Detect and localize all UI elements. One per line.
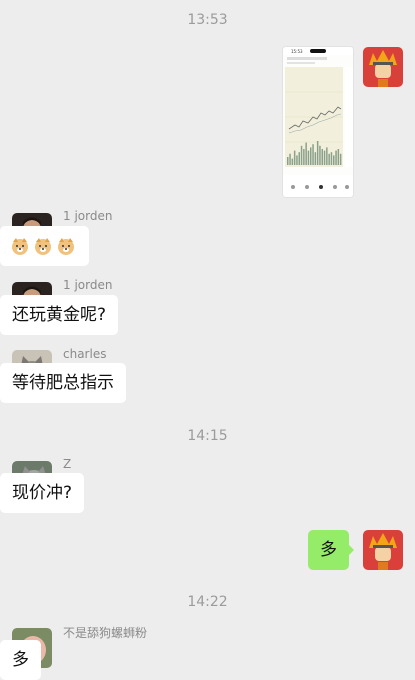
volume-bar bbox=[310, 147, 312, 165]
volume-bar bbox=[289, 153, 291, 165]
message-bubble[interactable]: 等待肥总指示 bbox=[0, 363, 126, 403]
doge-emoji-icon bbox=[12, 238, 28, 255]
trading-app-screenshot: 15:53 bbox=[283, 47, 353, 197]
status-time: 15:53 bbox=[291, 49, 303, 54]
timestamp: 14:22 bbox=[187, 594, 228, 610]
message-bubble-emoji[interactable] bbox=[0, 226, 89, 266]
sender-name: 1 jorden bbox=[63, 278, 113, 292]
volume-bar bbox=[323, 150, 326, 165]
volume-bar bbox=[291, 158, 294, 165]
volume-bar bbox=[300, 145, 303, 165]
my-message-bubble[interactable]: 多 bbox=[308, 530, 354, 570]
volume-bar bbox=[335, 150, 337, 165]
volume-bar bbox=[305, 142, 307, 165]
volume-bar bbox=[337, 149, 340, 165]
volume-bar bbox=[307, 150, 310, 165]
message-bubble[interactable]: 还玩黄金呢? bbox=[0, 295, 119, 335]
avatar-image bbox=[363, 530, 403, 570]
my-avatar[interactable] bbox=[363, 47, 403, 87]
volume-bar bbox=[321, 149, 323, 165]
my-avatar[interactable] bbox=[363, 530, 403, 570]
sender-name: 1 jorden bbox=[63, 209, 113, 223]
volume-bar bbox=[303, 149, 305, 165]
sender-name: charles bbox=[63, 347, 107, 361]
volume-bar bbox=[296, 155, 298, 165]
volume-bar bbox=[319, 145, 321, 165]
volume-bar bbox=[287, 157, 289, 165]
image-message-thumbnail[interactable]: 15:53 bbox=[283, 47, 353, 197]
volume-bar bbox=[339, 153, 342, 165]
volume-bar bbox=[314, 152, 317, 165]
message-bubble[interactable]: 现价冲? bbox=[0, 473, 85, 513]
timestamp: 14:15 bbox=[187, 428, 228, 444]
doge-emoji-icon bbox=[58, 238, 74, 255]
message-bubble[interactable]: 多 bbox=[0, 640, 41, 680]
volume-bar bbox=[330, 152, 333, 165]
volume-bar bbox=[293, 150, 296, 165]
volume-bar bbox=[316, 141, 319, 165]
timestamp: 13:53 bbox=[187, 12, 228, 28]
volume-bar bbox=[298, 152, 300, 165]
volume-bar bbox=[328, 153, 330, 165]
volume-bar bbox=[333, 155, 335, 165]
volume-bar bbox=[326, 147, 328, 165]
doge-emoji-icon bbox=[35, 238, 51, 255]
sender-name: Z bbox=[63, 457, 72, 471]
sender-name: 不是舔狗螺蛳粉 bbox=[63, 626, 148, 640]
volume-bar bbox=[312, 144, 314, 165]
avatar-image bbox=[363, 47, 403, 87]
